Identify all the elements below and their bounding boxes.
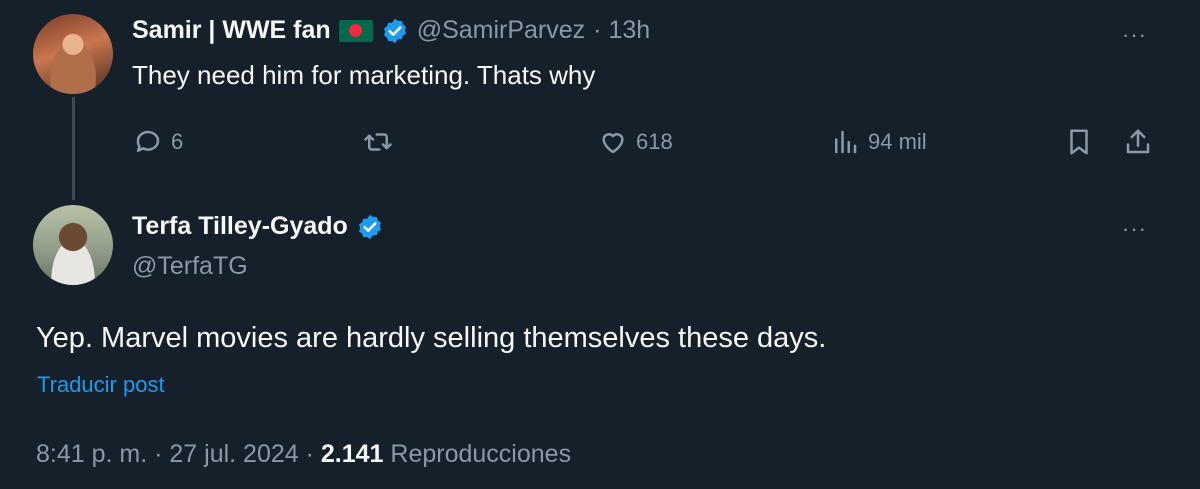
tweet-header: Samir | WWE fan @SamirParvez · 13h: [132, 16, 650, 45]
like-button[interactable]: 618: [598, 127, 673, 157]
analytics-icon: [835, 130, 857, 154]
verified-badge-icon: [383, 18, 406, 43]
repost-icon: [364, 133, 392, 151]
bookmark-button[interactable]: [1064, 127, 1094, 157]
verified-badge-icon: [358, 214, 381, 239]
avatar-terfa[interactable]: [33, 205, 113, 285]
author-name[interactable]: Terfa Tilley-Gyado: [132, 212, 348, 241]
author-name[interactable]: Samir | WWE fan: [132, 16, 331, 45]
more-options-icon[interactable]: ···: [1122, 22, 1147, 48]
bookmark-icon: [1070, 129, 1088, 155]
views-button[interactable]: 94 mil: [830, 127, 927, 157]
thread-connector: [72, 97, 75, 200]
heart-icon: [602, 133, 624, 154]
reply-button[interactable]: 6: [133, 127, 183, 157]
author-handle[interactable]: @SamirParvez: [417, 16, 585, 45]
share-button[interactable]: [1122, 127, 1154, 157]
avatar-samir[interactable]: [33, 14, 113, 94]
views-count: 2.141: [320, 440, 384, 468]
post-text: Yep. Marvel movies are hardly selling th…: [36, 322, 827, 354]
reply-count: 6: [171, 129, 184, 154]
repost-button[interactable]: [362, 127, 394, 157]
more-options-icon[interactable]: ···: [1122, 216, 1147, 242]
views-label: Reproducciones: [390, 440, 572, 468]
share-icon: [1126, 129, 1150, 154]
like-count: 618: [636, 129, 673, 154]
post-metadata: 8:41 p. m. · 27 jul. 2024 · 2.141 Reprod…: [36, 440, 571, 469]
main-post-header: Terfa Tilley-Gyado: [132, 212, 384, 241]
reply-icon: [136, 130, 160, 152]
translate-link[interactable]: Traducir post: [37, 372, 165, 398]
bangladesh-flag-icon: [338, 19, 373, 42]
author-handle[interactable]: @TerfaTG: [132, 252, 248, 281]
view-count: 94 mil: [868, 129, 927, 154]
post-time[interactable]: · 13h: [593, 16, 650, 45]
post-date[interactable]: 8:41 p. m. · 27 jul. 2024 ·: [36, 440, 314, 468]
tweet-text: They need him for marketing. Thats why: [132, 60, 596, 90]
